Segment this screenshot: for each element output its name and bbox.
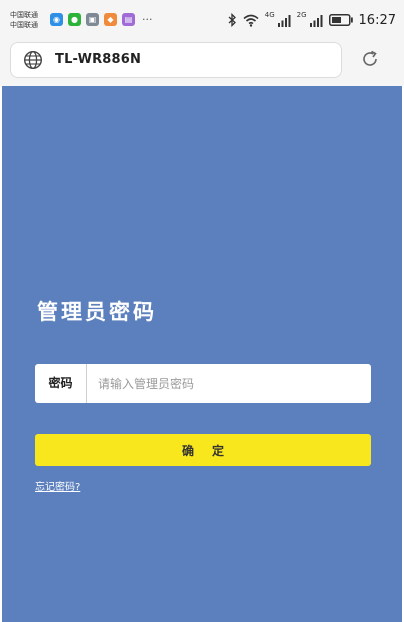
globe-icon: [23, 50, 43, 70]
battery-icon: [328, 14, 353, 26]
clock: 16:27: [358, 12, 396, 28]
notification-icons: ◉ ● ▣ ◆ ▤ ···: [50, 13, 153, 26]
forgot-password-link[interactable]: 忘记密码?: [35, 478, 80, 493]
carrier-line-1: 中国联通: [10, 11, 38, 19]
password-field-row: 密码: [35, 364, 371, 403]
network-type-2: 2G: [296, 11, 307, 19]
page-title: 管理员密码: [37, 300, 157, 324]
reload-icon[interactable]: [360, 49, 380, 69]
status-indicators: 4G 2G 16:27: [228, 11, 396, 29]
qq-icon: ◉: [50, 13, 63, 26]
message-icon: ▤: [122, 13, 135, 26]
gallery-icon: ▣: [86, 13, 99, 26]
signal-strength-icon-1: [277, 14, 291, 27]
network-type-1: 4G: [264, 11, 275, 19]
address-bar[interactable]: TL-WR886N: [10, 42, 342, 78]
password-input[interactable]: [87, 365, 371, 402]
wifi-icon: [243, 14, 259, 27]
browser-toolbar: TL-WR886N: [0, 40, 404, 86]
carrier-info: 中国联通 中国联通: [10, 10, 38, 30]
wechat-icon: ●: [68, 13, 81, 26]
signal-strength-icon-2: [309, 14, 323, 27]
shopping-icon: ◆: [104, 13, 117, 26]
router-login-page: 管理员密码 密码 确定 忘记密码?: [2, 86, 402, 622]
more-notifications-indicator: ···: [142, 13, 153, 26]
status-bar: 中国联通 中国联通 ◉ ● ▣ ◆ ▤ ··· 4G 2G 16:27: [0, 0, 404, 40]
url-text: TL-WR886N: [55, 52, 142, 67]
carrier-line-2: 中国联通: [10, 21, 38, 29]
bluetooth-icon: [228, 13, 236, 27]
confirm-button[interactable]: 确定: [35, 434, 371, 466]
password-label: 密码: [35, 364, 87, 403]
phone-screen: 中国联通 中国联通 ◉ ● ▣ ◆ ▤ ··· 4G 2G 16:27 TL-W…: [0, 0, 404, 622]
